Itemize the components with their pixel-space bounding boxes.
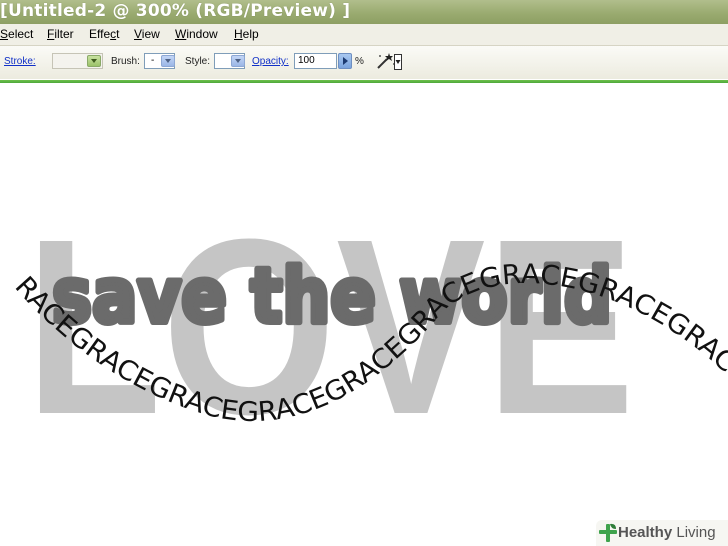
watermark-text: Healthy Living [618, 524, 716, 541]
artwork: LOVE save the world RACEGRACEGRACEGRACEG… [0, 83, 728, 466]
opacity-slider-arrow-icon[interactable] [338, 53, 352, 69]
menu-window[interactable]: Window [175, 27, 218, 41]
chevron-down-icon[interactable] [161, 55, 175, 67]
style-label: Style: [185, 56, 211, 67]
style-dropdown[interactable] [214, 53, 245, 69]
menu-effect[interactable]: Effect [89, 27, 119, 41]
tool-options-dropdown-icon[interactable] [394, 54, 402, 70]
menu-filter[interactable]: Filter [47, 27, 74, 41]
menu-select[interactable]: Select [0, 27, 33, 41]
chevron-down-icon[interactable] [231, 55, 245, 67]
opacity-unit: % [355, 56, 364, 67]
brush-label: Brush: [111, 56, 140, 67]
opacity-label[interactable]: Opacity: [252, 56, 289, 67]
menu-bar: Select Filter Effect View Window Help [0, 24, 728, 46]
options-bar [0, 46, 728, 79]
watermark-brand-bold: Healthy [618, 524, 673, 541]
stroke-label[interactable]: Stroke: [4, 56, 36, 67]
chevron-down-icon[interactable] [87, 55, 101, 67]
window-title: [Untitled-2 @ 300% (RGB/Preview) ] [0, 1, 351, 21]
watermark-brand-light: Living [676, 524, 716, 541]
title-bar: [Untitled-2 @ 300% (RGB/Preview) ] [0, 0, 728, 24]
opacity-input[interactable]: 100 [294, 53, 337, 69]
menu-help[interactable]: Help [234, 27, 259, 41]
document-canvas[interactable]: LOVE save the world RACEGRACEGRACEGRACEG… [0, 83, 728, 546]
brush-value: - [151, 55, 155, 66]
brush-dropdown[interactable]: - [144, 53, 175, 69]
opacity-value: 100 [298, 55, 315, 66]
watermark: Healthy Living [596, 520, 728, 546]
stroke-dropdown[interactable] [52, 53, 103, 69]
cross-leaf-icon [599, 523, 617, 542]
menu-view[interactable]: View [134, 27, 160, 41]
